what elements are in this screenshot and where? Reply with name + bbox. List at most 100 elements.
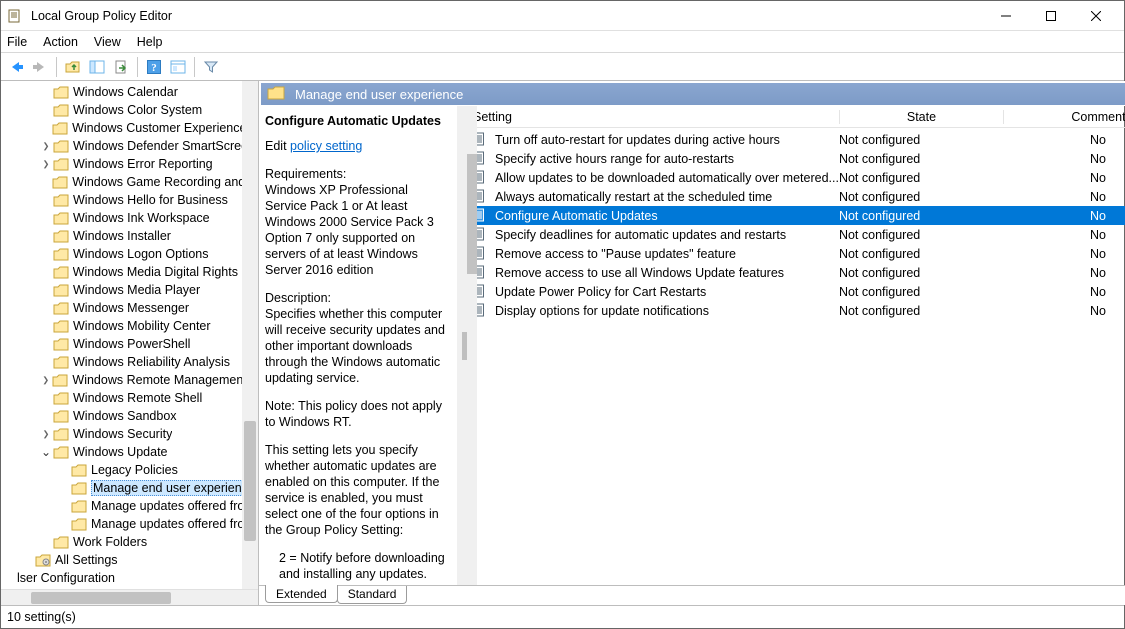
folder-up-icon[interactable] [62, 56, 84, 78]
row-comment: No [1003, 133, 1125, 147]
requirements-body: Windows XP Professional Service Pack 1 o… [265, 183, 434, 277]
folder-icon [71, 463, 87, 477]
tree-item-label: Manage updates offered from [91, 499, 255, 513]
row-setting: Configure Automatic Updates [495, 209, 839, 223]
tree-item[interactable]: ❯Windows Error Reporting [1, 155, 258, 173]
col-setting[interactable]: Setting [473, 110, 839, 124]
export-icon[interactable] [110, 56, 132, 78]
nav-back-icon[interactable] [5, 56, 27, 78]
tree-item[interactable]: Windows Remote Shell [1, 389, 258, 407]
tree-item[interactable]: Windows Media Player [1, 281, 258, 299]
svg-text:?: ? [151, 62, 157, 74]
tree-item[interactable]: Windows Game Recording and Bro [1, 173, 258, 191]
edit-policy-link[interactable]: policy setting [290, 139, 362, 153]
tab-standard[interactable]: Standard [337, 586, 408, 604]
row-setting: Specify active hours range for auto-rest… [495, 152, 839, 166]
menu-file[interactable]: File [7, 35, 27, 49]
description-note: Note: This policy does not apply to Wind… [265, 398, 451, 430]
tree-item[interactable]: Windows Calendar [1, 83, 258, 101]
maximize-button[interactable] [1028, 2, 1073, 30]
policy-tree[interactable]: Windows CalendarWindows Color System Wind… [1, 83, 258, 587]
tree-item[interactable]: Windows Messenger [1, 299, 258, 317]
menu-help[interactable]: Help [137, 35, 163, 49]
folder-icon [71, 517, 87, 531]
folder-icon [52, 121, 68, 135]
row-state: Not configured [839, 152, 1003, 166]
row-state: Not configured [839, 247, 1003, 261]
list-row[interactable]: Remove access to "Pause updates" feature… [467, 244, 1125, 263]
chevron-right-icon[interactable]: ❯ [40, 160, 51, 169]
col-comment[interactable]: Comment [1003, 110, 1125, 124]
menu-view[interactable]: View [94, 35, 121, 49]
tree-item-label: Windows Ink Workspace [73, 211, 210, 225]
tree-pane: Windows CalendarWindows Color System Wind… [1, 81, 259, 605]
tree-item-label: Windows Customer Experience Imp [72, 121, 258, 135]
tree-hscrollbar[interactable] [1, 589, 258, 605]
description-label: Description: [265, 291, 331, 305]
tree-item[interactable]: Windows Media Digital Rights Mar [1, 263, 258, 281]
menu-action[interactable]: Action [43, 35, 78, 49]
tree-item[interactable]: lser Configuration [1, 569, 258, 587]
tree-item[interactable]: ❯Windows Remote Management (W [1, 371, 258, 389]
tree-vscrollbar[interactable] [242, 81, 258, 589]
tree-item-label: Windows Remote Shell [73, 391, 202, 405]
tab-extended[interactable]: Extended [265, 585, 338, 603]
tree-item[interactable]: ❯Windows Defender SmartScreen [1, 137, 258, 155]
folder-icon [53, 283, 69, 297]
properties-icon[interactable] [167, 56, 189, 78]
list-row[interactable]: Remove access to use all Windows Update … [467, 263, 1125, 282]
splitter[interactable] [457, 106, 467, 585]
tree-item[interactable]: Windows Hello for Business [1, 191, 258, 209]
tree-item[interactable]: Legacy Policies [1, 461, 258, 479]
row-state: Not configured [839, 171, 1003, 185]
folder-icon [53, 409, 69, 423]
list-row[interactable]: Specify active hours range for auto-rest… [467, 149, 1125, 168]
nav-forward-icon[interactable] [29, 56, 51, 78]
list-row[interactable]: Update Power Policy for Cart RestartsNot… [467, 282, 1125, 301]
show-tree-icon[interactable] [86, 56, 108, 78]
window-title: Local Group Policy Editor [31, 9, 983, 23]
tree-item[interactable]: Windows Color System [1, 101, 258, 119]
tree-item[interactable]: All Settings [1, 551, 258, 569]
list-row[interactable]: Configure Automatic UpdatesNot configure… [467, 206, 1125, 225]
folder-icon [52, 175, 68, 189]
statusbar: 10 setting(s) [1, 606, 1124, 628]
list-row[interactable]: Specify deadlines for automatic updates … [467, 225, 1125, 244]
tree-item[interactable]: Work Folders [1, 533, 258, 551]
tree-item[interactable]: Windows Logon Options [1, 245, 258, 263]
settings-header[interactable]: Setting State Comment [467, 106, 1125, 128]
tree-item[interactable]: Manage updates offered from [1, 515, 258, 533]
chevron-right-icon[interactable]: ❯ [40, 430, 51, 439]
tree-item[interactable]: ⌄Windows Update [1, 443, 258, 461]
chevron-right-icon[interactable]: ❯ [40, 376, 51, 385]
list-row[interactable]: Display options for update notifications… [467, 301, 1125, 320]
tree-item[interactable]: Windows Sandbox [1, 407, 258, 425]
close-button[interactable] [1073, 2, 1118, 30]
chevron-right-icon[interactable]: ❯ [40, 142, 51, 151]
tree-item[interactable]: Windows Ink Workspace [1, 209, 258, 227]
tree-item[interactable]: Manage updates offered from [1, 497, 258, 515]
filter-icon[interactable] [200, 56, 222, 78]
tree-item[interactable]: Windows Installer [1, 227, 258, 245]
tree-item[interactable]: Windows Reliability Analysis [1, 353, 258, 371]
tree-item[interactable]: ❯Windows Security [1, 425, 258, 443]
tree-item[interactable]: Windows Mobility Center [1, 317, 258, 335]
tree-item[interactable]: Windows Customer Experience Imp [1, 119, 258, 137]
list-row[interactable]: Allow updates to be downloaded automatic… [467, 168, 1125, 187]
folder-icon [267, 85, 285, 103]
breadcrumb-label: Manage end user experience [295, 87, 463, 102]
list-row[interactable]: Turn off auto-restart for updates during… [467, 130, 1125, 149]
tree-item[interactable]: Windows PowerShell [1, 335, 258, 353]
col-state[interactable]: State [839, 110, 1003, 124]
help-icon[interactable]: ? [143, 56, 165, 78]
tree-item[interactable]: Manage end user experience [1, 479, 258, 497]
row-state: Not configured [839, 209, 1003, 223]
tree-item-label: Windows Media Player [73, 283, 200, 297]
tree-item-label: Legacy Policies [91, 463, 178, 477]
chevron-down-icon[interactable]: ⌄ [39, 445, 53, 459]
description-option-2: 2 = Notify before downloading and instal… [265, 550, 451, 582]
list-row[interactable]: Always automatically restart at the sche… [467, 187, 1125, 206]
minimize-button[interactable] [983, 2, 1028, 30]
folder-icon [53, 247, 69, 261]
tree-item-label: lser Configuration [17, 571, 115, 585]
